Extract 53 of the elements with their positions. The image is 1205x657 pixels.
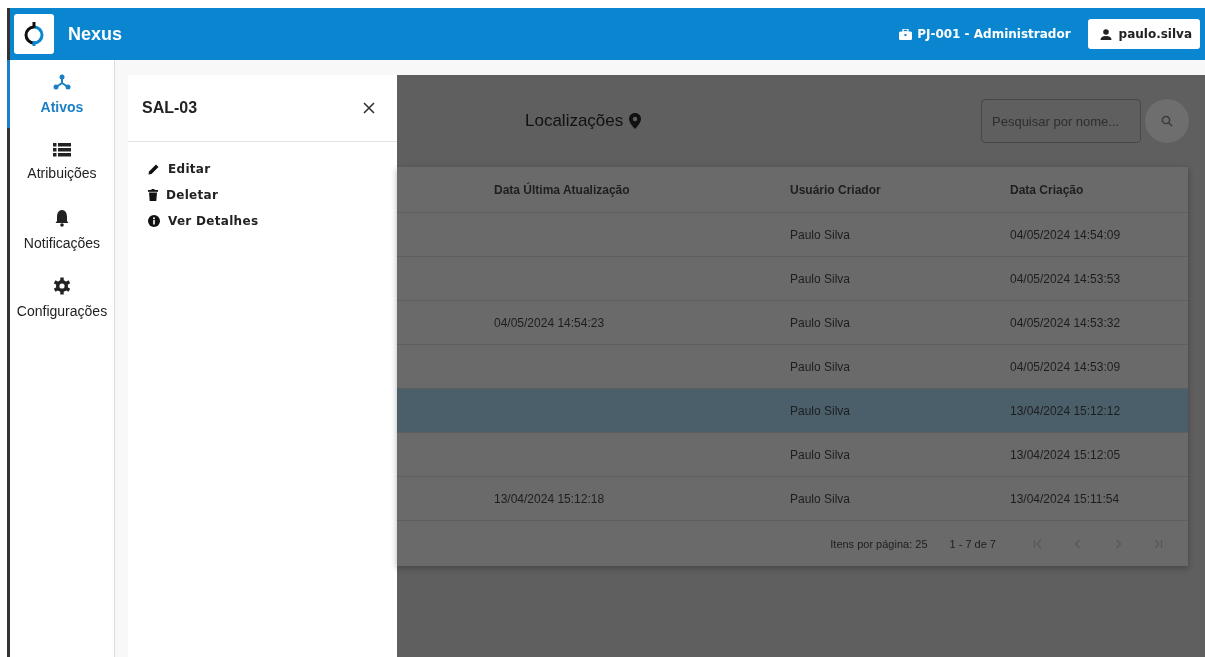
table-cell: Paulo Silva	[790, 491, 851, 506]
column-header: Data Criação	[1010, 182, 1084, 197]
menu-item[interactable]: Ver Detalhes	[148, 214, 259, 228]
pencil-icon	[148, 163, 160, 175]
column-header: Data Última Atualização	[493, 182, 630, 197]
table-cell: 04/05/2024 14:54:23	[494, 315, 605, 330]
page-title: Localizações	[525, 111, 624, 131]
app-name: Nexus	[68, 23, 123, 45]
project-label: PJ-001 - Administrador	[917, 27, 1071, 41]
table-cell: 13/04/2024 15:11:54	[1010, 491, 1120, 506]
table-cell: 04/05/2024 14:53:09	[1010, 359, 1121, 374]
table-cell: Paulo Silva	[790, 315, 851, 330]
table-row[interactable]: Paulo Silva 13/04/2024 15:12:05	[397, 433, 1188, 477]
table-row[interactable]: Paulo Silva 04/05/2024 14:53:53	[397, 257, 1188, 301]
column-header: Usuário Criador	[790, 182, 881, 197]
table-cell: Paulo Silva	[790, 359, 851, 374]
table-cell: 04/05/2024 14:53:32	[1010, 315, 1121, 330]
table-cell: 04/05/2024 14:54:09	[1010, 227, 1121, 242]
table-cell: 13/04/2024 15:12:12	[1010, 403, 1121, 418]
table-row[interactable]: Paulo Silva 13/04/2024 15:12:12	[397, 389, 1188, 433]
network-icon	[53, 73, 71, 91]
page-size-label: Itens por página: 25	[830, 537, 928, 550]
info-icon	[148, 215, 160, 227]
search-button[interactable]	[1145, 99, 1189, 143]
list-icon	[53, 143, 71, 157]
trash-icon	[148, 189, 158, 201]
page-range: 1 - 7 de 7	[949, 537, 996, 550]
menu-item[interactable]: Editar	[148, 162, 211, 176]
table-cell: 04/05/2024 14:53:53	[1010, 271, 1121, 286]
briefcase-icon	[899, 28, 913, 40]
person-icon	[1099, 28, 1112, 40]
logo-icon[interactable]	[14, 14, 54, 54]
table-row[interactable]: Paulo Silva 04/05/2024 14:54:09	[397, 213, 1188, 257]
location-pin-icon	[629, 113, 642, 129]
sidebar-item[interactable]: Ativos	[7, 60, 114, 128]
user-button[interactable]: paulo.silva	[1087, 19, 1200, 49]
table-cell: Paulo Silva	[790, 447, 851, 462]
sidebar-item[interactable]: Atribuições	[7, 128, 114, 196]
table-row[interactable]: 04/05/2024 14:54:23 Paulo Silva 04/05/2024 14:53:32	[397, 301, 1188, 345]
table-cell: 13/04/2024 15:12:05	[1010, 447, 1121, 462]
sidebar-item[interactable]: Notificações	[7, 196, 114, 264]
table-cell: Paulo Silva	[790, 227, 851, 242]
drawer-title: SAL-03	[142, 99, 198, 117]
sidebar-item[interactable]: Configurações	[7, 264, 114, 332]
table-cell: Paulo Silva	[790, 403, 851, 418]
menu-item[interactable]: Deletar	[148, 188, 219, 202]
table-cell: Paulo Silva	[790, 271, 851, 286]
table-cell: 13/04/2024 15:12:18	[494, 491, 605, 506]
search-icon	[1161, 115, 1173, 127]
settings-icon	[53, 277, 71, 295]
close-icon[interactable]	[363, 102, 375, 114]
bell-icon	[55, 209, 69, 227]
table-row[interactable]: 13/04/2024 15:12:18 Paulo Silva 13/04/2024 15:11:54	[397, 477, 1188, 521]
